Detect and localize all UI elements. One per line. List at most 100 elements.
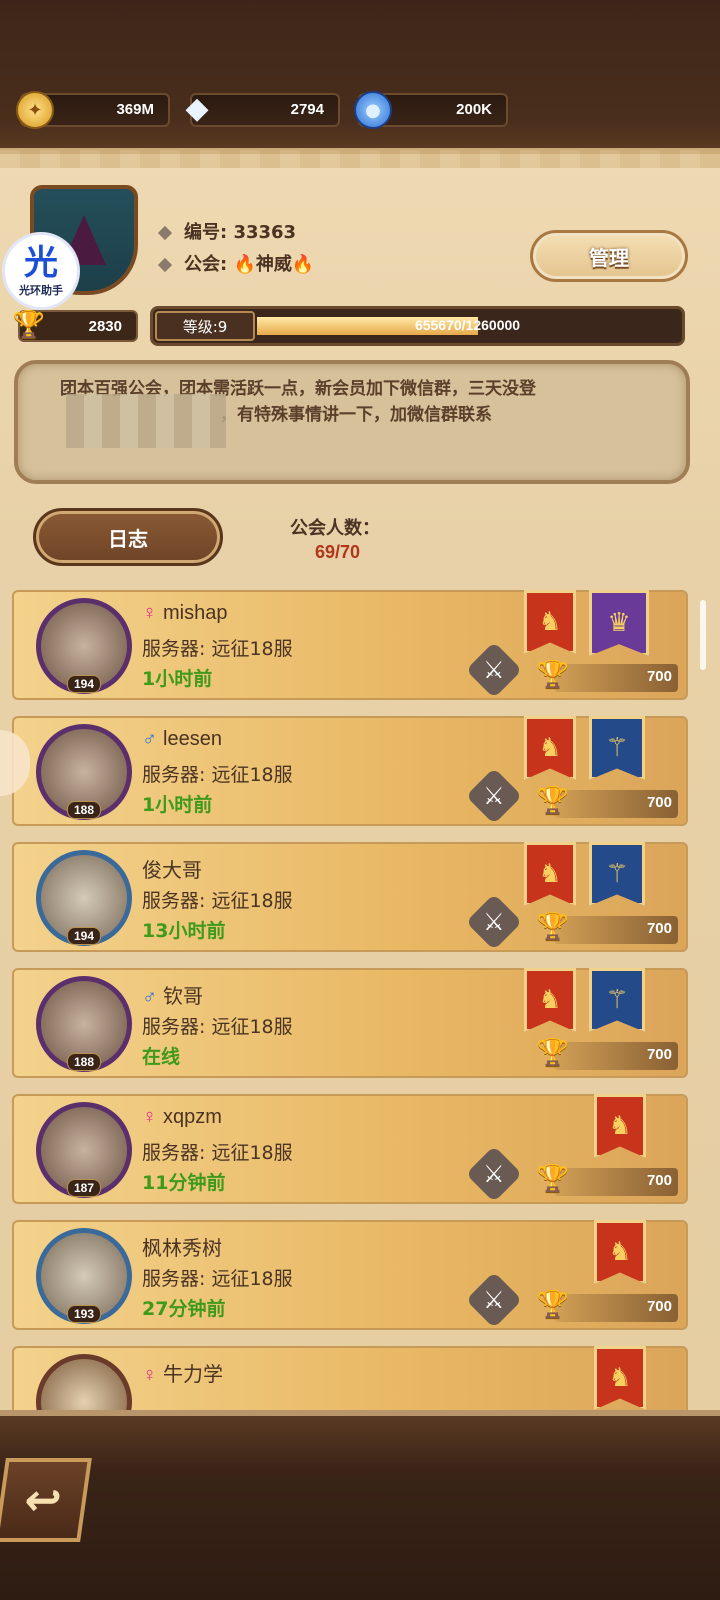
guild-trophy-value: 2830 bbox=[88, 318, 122, 335]
member-count: 69/70 bbox=[315, 542, 361, 562]
member-name-line: ♂ leesen bbox=[142, 728, 222, 751]
member-trophy-value: 700 bbox=[646, 1298, 672, 1315]
scrollbar[interactable] bbox=[700, 600, 706, 670]
member-row[interactable]: ♀ 牛力学 ♞ bbox=[12, 1346, 688, 1420]
member-count-label: 公会人数： bbox=[290, 518, 380, 539]
member-name-line: ♀ 牛力学 bbox=[142, 1358, 223, 1387]
member-last-online: 在线 bbox=[142, 1046, 181, 1068]
member-name: 牛力学 bbox=[163, 1364, 223, 1386]
member-last-online: 1小时前 bbox=[142, 794, 213, 816]
member-trophy-value: 700 bbox=[646, 668, 672, 685]
member-name-line: ♀ xqpzm bbox=[142, 1106, 222, 1129]
crossed-swords-icon[interactable]: ⚔ bbox=[465, 767, 523, 825]
member-trophy-value: 700 bbox=[646, 1172, 672, 1189]
member-server: 服务器: 远征18服 bbox=[142, 1268, 293, 1290]
crystal-icon: ● bbox=[354, 91, 392, 129]
crystal-value: 200K bbox=[456, 101, 492, 118]
member-trophy-bar: 🏆 700 bbox=[537, 786, 678, 818]
guild-name: 神威 bbox=[255, 254, 292, 275]
guild-name-label: 公会: bbox=[184, 254, 234, 275]
diamond-bullet-icon bbox=[157, 225, 173, 241]
member-trophy-bar: 🏆 700 bbox=[537, 912, 678, 944]
red-banner-icon: ♞ bbox=[594, 1346, 646, 1410]
member-server: 服务器: 远征18服 bbox=[142, 764, 293, 786]
diamond-bullet-icon bbox=[157, 257, 173, 273]
red-banner-icon: ♞ bbox=[594, 1220, 646, 1284]
diamond-counter[interactable]: ◆ 2794 bbox=[185, 91, 340, 127]
red-banner-icon: ♞ bbox=[524, 716, 576, 780]
member-trophy-bar: 🏆 700 bbox=[537, 1164, 678, 1196]
member-name: 枫林秀树 bbox=[142, 1238, 222, 1260]
member-level-badge: 194 bbox=[66, 927, 102, 945]
top-bar bbox=[0, 0, 720, 150]
guild-trophy-box: 🏆 2830 bbox=[13, 310, 138, 342]
member-avatar[interactable]: 187 bbox=[36, 1102, 132, 1198]
crossed-swords-icon[interactable]: ⚔ bbox=[465, 893, 523, 951]
member-last-online: 1小时前 bbox=[142, 668, 213, 690]
fire-icon: 🔥 bbox=[233, 254, 256, 275]
member-name: mishap bbox=[163, 602, 228, 624]
member-server: 服务器: 远征18服 bbox=[142, 638, 293, 660]
member-name: 俊大哥 bbox=[142, 860, 202, 882]
member-avatar[interactable]: 188 bbox=[36, 724, 132, 820]
crossed-swords-icon[interactable]: ⚔ bbox=[465, 1145, 523, 1203]
back-arrow-icon: ↩ bbox=[20, 1474, 66, 1526]
member-name: 钦哥 bbox=[163, 986, 203, 1008]
guild-level-bar: 等级:9 655670/1260000 bbox=[150, 306, 685, 346]
member-row[interactable]: 188 ♂ 钦哥 服务器: 远征18服 在线 ⚚ ♞ 🏆 700 bbox=[12, 968, 688, 1078]
member-row[interactable]: 187 ♀ xqpzm 服务器: 远征18服 11分钟前 ♞ ⚔ 🏆 700 bbox=[12, 1094, 688, 1204]
blue-banner-icon: ⚚ bbox=[589, 842, 645, 906]
crossed-swords-icon[interactable]: ⚔ bbox=[465, 1271, 523, 1329]
male-icon: ♂ bbox=[142, 728, 157, 750]
member-avatar[interactable]: 194 bbox=[36, 850, 132, 946]
gold-coin-icon: ✦ bbox=[16, 91, 54, 129]
member-name: leesen bbox=[163, 728, 222, 750]
diamond-value: 2794 bbox=[290, 101, 324, 118]
member-avatar[interactable]: 188 bbox=[36, 976, 132, 1072]
member-list[interactable]: 194 ♀ mishap 服务器: 远征18服 1小时前 ♛ ♞ ⚔ 🏆 700 188 ♂ leese… bbox=[12, 590, 700, 1420]
member-avatar[interactable]: 193 bbox=[36, 1228, 132, 1324]
guild-name-line: 公会: 🔥神威🔥 bbox=[157, 250, 314, 276]
exp-text: 655670/1260000 bbox=[414, 317, 521, 333]
back-button[interactable]: ↩ bbox=[0, 1458, 92, 1542]
guild-id: 编号: 33363 bbox=[157, 218, 296, 244]
manage-button[interactable]: 管理 bbox=[530, 230, 688, 282]
purple-banner-icon: ♛ bbox=[589, 590, 649, 656]
watermark-logo: 光 光环助手 bbox=[2, 232, 80, 310]
female-icon: ♀ bbox=[142, 1106, 157, 1128]
trophy-icon: 🏆 bbox=[536, 660, 570, 690]
guild-notice[interactable]: 团本百强公会，团本需活跃一点，新会员加下微信群，三天没登 ，有特殊事情讲一下，加… bbox=[14, 360, 690, 484]
trophy-icon: 🏆 bbox=[536, 912, 570, 942]
member-trophy-value: 700 bbox=[646, 920, 672, 937]
female-icon: ♀ bbox=[142, 602, 157, 624]
blue-banner-icon: ⚚ bbox=[589, 968, 645, 1032]
red-banner-icon: ♞ bbox=[594, 1094, 646, 1158]
trophy-icon: 🏆 bbox=[536, 1038, 570, 1068]
member-server: 服务器: 远征18服 bbox=[142, 1016, 293, 1038]
member-name: xqpzm bbox=[163, 1106, 222, 1128]
trophy-icon: 🏆 bbox=[536, 786, 570, 816]
member-row[interactable]: 194 ♀ mishap 服务器: 远征18服 1小时前 ♛ ♞ ⚔ 🏆 700 bbox=[12, 590, 688, 700]
member-trophy-bar: 🏆 700 bbox=[537, 1290, 678, 1322]
member-row[interactable]: 194 俊大哥 服务器: 远征18服 13小时前 ⚚ ♞ ⚔ 🏆 700 bbox=[12, 842, 688, 952]
member-trophy-value: 700 bbox=[646, 794, 672, 811]
red-banner-icon: ♞ bbox=[524, 968, 576, 1032]
member-name-line: 枫林秀树 bbox=[142, 1232, 222, 1261]
member-level-badge: 188 bbox=[66, 801, 102, 819]
gold-counter[interactable]: ✦ 369M bbox=[16, 91, 170, 129]
member-last-online: 27分钟前 bbox=[142, 1298, 226, 1320]
member-row[interactable]: 188 ♂ leesen 服务器: 远征18服 1小时前 ⚚ ♞ ⚔ 🏆 700 bbox=[12, 716, 688, 826]
member-server: 服务器: 远征18服 bbox=[142, 890, 293, 912]
crystal-counter[interactable]: ● 200K bbox=[354, 91, 508, 129]
log-button[interactable]: 日志 bbox=[33, 508, 223, 566]
member-row[interactable]: 193 枫林秀树服务器: 远征18服 27分钟前 ♞ ⚔ 🏆 700 bbox=[12, 1220, 688, 1330]
member-avatar[interactable]: 194 bbox=[36, 598, 132, 694]
trophy-icon: 🏆 bbox=[536, 1164, 570, 1194]
member-trophy-value: 700 bbox=[646, 1046, 672, 1063]
member-name-line: 俊大哥 bbox=[142, 854, 202, 883]
blue-banner-icon: ⚚ bbox=[589, 716, 645, 780]
diamond-icon: ◆ bbox=[185, 90, 209, 126]
crossed-swords-icon[interactable]: ⚔ bbox=[465, 641, 523, 699]
member-server: 服务器: 远征18服 bbox=[142, 1142, 293, 1164]
female-icon: ♀ bbox=[142, 1364, 157, 1386]
